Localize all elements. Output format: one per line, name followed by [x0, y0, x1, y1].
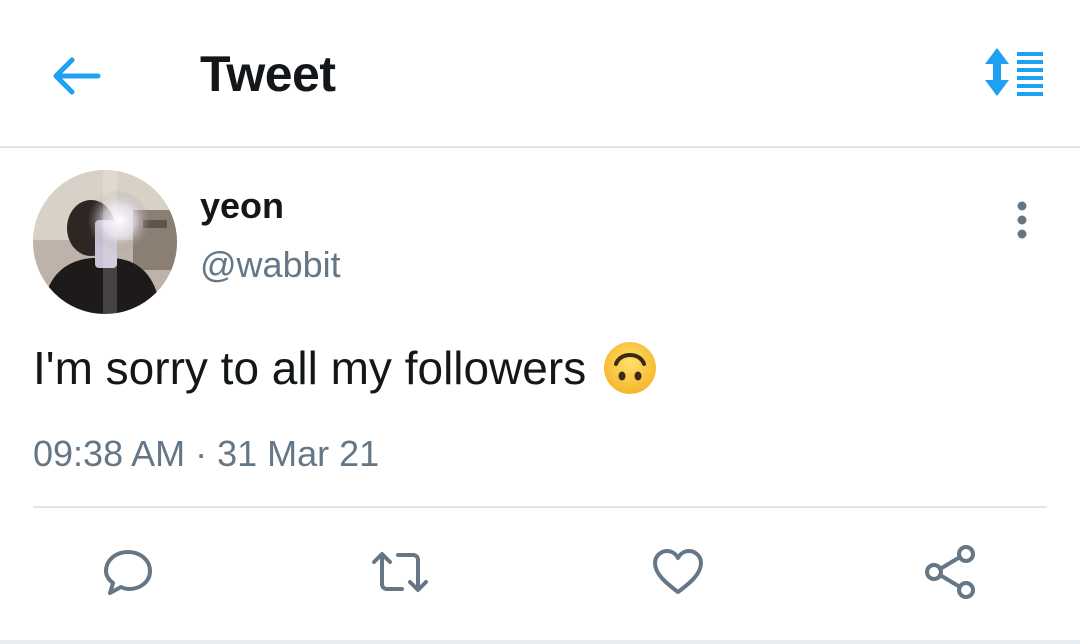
heart-icon: [653, 549, 703, 594]
display-name[interactable]: yeon: [200, 184, 284, 228]
tweet-detail-screen: Tweet yeon @wabbit I'm sorry to all my f…: [0, 0, 1080, 644]
page-title: Tweet: [200, 46, 336, 102]
tweet-timestamp: 09:38 AM · 31 Mar 21: [33, 433, 380, 474]
share-button[interactable]: [918, 540, 982, 604]
divider: [33, 506, 1047, 508]
tweet-text: I'm sorry to all my followers: [33, 338, 658, 398]
more-vertical-icon: [1017, 201, 1027, 239]
profile-photo: [33, 170, 177, 314]
reply-icon: [104, 550, 152, 595]
sort-list-icon: [985, 48, 1043, 96]
avatar[interactable]: [33, 170, 177, 314]
user-handle[interactable]: @wabbit: [200, 243, 341, 287]
arrow-left-icon: [53, 57, 101, 95]
tweet-text-content: I'm sorry to all my followers: [33, 342, 587, 394]
more-options-button[interactable]: [998, 196, 1046, 244]
top-app-bar: Tweet: [0, 0, 1080, 148]
upside-down-face-emoji-icon: [604, 342, 657, 394]
divider: [0, 640, 1080, 644]
share-icon: [925, 545, 975, 599]
like-button[interactable]: [646, 540, 710, 604]
retweet-button[interactable]: [368, 540, 432, 604]
reply-button[interactable]: [96, 540, 160, 604]
sort-button[interactable]: [972, 40, 1052, 104]
back-button[interactable]: [44, 44, 108, 108]
retweet-icon: [372, 552, 428, 592]
